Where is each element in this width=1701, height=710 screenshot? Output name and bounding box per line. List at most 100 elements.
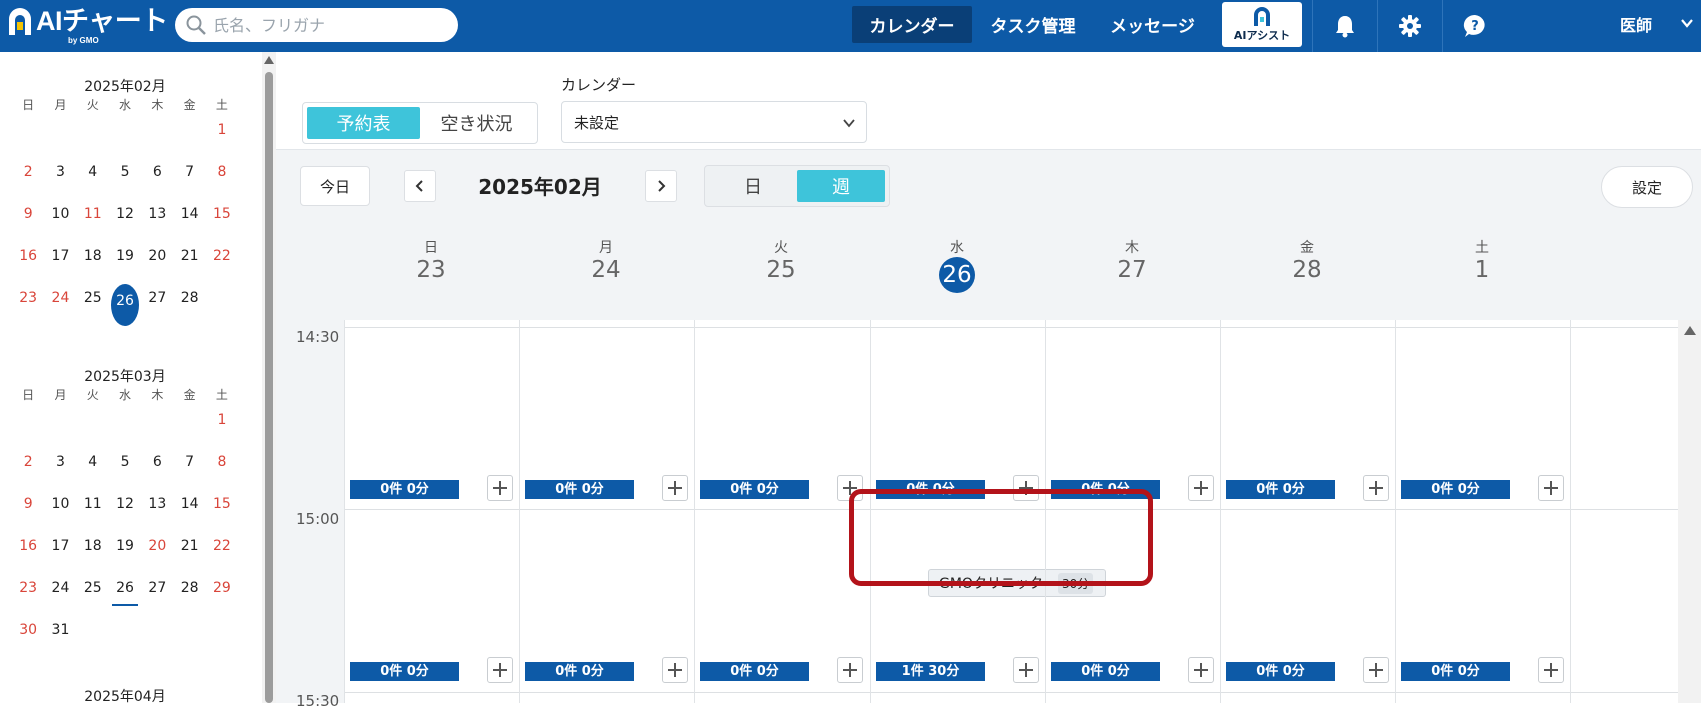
- mini-day[interactable]: 3: [44, 445, 76, 487]
- mini-day[interactable]: 21: [173, 239, 205, 281]
- grid-scrollbar[interactable]: [1678, 320, 1701, 703]
- add-appointment-button[interactable]: [487, 475, 513, 501]
- mini-day[interactable]: 22: [206, 529, 238, 571]
- mini-day[interactable]: 14: [173, 487, 205, 529]
- mini-day[interactable]: 1: [206, 403, 238, 445]
- mini-day[interactable]: 25: [77, 571, 109, 613]
- slot-count-badge[interactable]: 0件 0分: [1226, 662, 1335, 681]
- scroll-up-icon[interactable]: [264, 56, 274, 64]
- mini-day[interactable]: 24: [44, 571, 76, 613]
- mini-day[interactable]: 14: [173, 197, 205, 239]
- mini-day[interactable]: 25: [77, 281, 109, 323]
- mini-day[interactable]: 2: [12, 155, 44, 197]
- sidebar-scrollbar[interactable]: [262, 52, 276, 703]
- mini-day[interactable]: 17: [44, 529, 76, 571]
- mini-day[interactable]: 15: [206, 487, 238, 529]
- slot-count-badge[interactable]: 0件 0分: [525, 480, 634, 499]
- slot-count-badge[interactable]: 0件 0分: [876, 480, 985, 499]
- slot-count-badge[interactable]: 0件 0分: [525, 662, 634, 681]
- mini-day[interactable]: 26: [109, 281, 141, 326]
- mini-day[interactable]: 1: [206, 113, 238, 155]
- chevron-down-icon[interactable]: [1680, 16, 1694, 30]
- slot-count-badge[interactable]: 0件 0分: [1051, 662, 1160, 681]
- appointment-card[interactable]: GMOクリニック 30分: [928, 569, 1106, 597]
- day-column-header[interactable]: 木 27: [1037, 237, 1227, 283]
- mini-day[interactable]: 12: [109, 197, 141, 239]
- mini-day[interactable]: 29: [206, 571, 238, 613]
- mini-day[interactable]: 11: [77, 487, 109, 529]
- day-column-header[interactable]: 金 28: [1212, 237, 1402, 283]
- settings-button[interactable]: 設定: [1601, 166, 1693, 208]
- add-appointment-button[interactable]: [1013, 475, 1039, 501]
- today-button[interactable]: 今日: [300, 166, 370, 206]
- notification-button[interactable]: [1312, 0, 1376, 52]
- calendar-select[interactable]: 未設定: [561, 101, 867, 143]
- nav-message[interactable]: メッセージ: [1100, 6, 1205, 43]
- mini-day[interactable]: 27: [141, 281, 173, 323]
- mini-day[interactable]: 26: [109, 571, 141, 613]
- mini-day[interactable]: 23: [12, 571, 44, 613]
- mini-day[interactable]: 15: [206, 197, 238, 239]
- nav-calendar[interactable]: カレンダー: [852, 6, 972, 43]
- tab-week[interactable]: 週: [797, 170, 885, 202]
- mini-day[interactable]: 7: [173, 155, 205, 197]
- add-appointment-button[interactable]: [1538, 475, 1564, 501]
- tab-schedule[interactable]: 予約表: [307, 107, 420, 139]
- mini-day[interactable]: 28: [173, 571, 205, 613]
- day-column-header[interactable]: 火 25: [686, 237, 876, 283]
- tab-day[interactable]: 日: [709, 170, 797, 202]
- add-appointment-button[interactable]: [662, 657, 688, 683]
- mini-day[interactable]: 8: [206, 445, 238, 487]
- add-appointment-button[interactable]: [487, 657, 513, 683]
- slot-count-badge[interactable]: 0件 0分: [1051, 480, 1160, 499]
- scroll-up-icon[interactable]: [1684, 326, 1696, 335]
- mini-day[interactable]: 18: [77, 239, 109, 281]
- mini-day[interactable]: 22: [206, 239, 238, 281]
- scrollbar-thumb[interactable]: [265, 72, 273, 703]
- mini-day[interactable]: 24: [44, 281, 76, 323]
- mini-day[interactable]: 28: [173, 281, 205, 323]
- add-appointment-button[interactable]: [837, 475, 863, 501]
- slot-count-badge[interactable]: 0件 0分: [1226, 480, 1335, 499]
- mini-day[interactable]: 21: [173, 529, 205, 571]
- mini-day[interactable]: 12: [109, 487, 141, 529]
- slot-count-badge[interactable]: 0件 0分: [700, 662, 809, 681]
- mini-day[interactable]: 10: [44, 197, 76, 239]
- mini-day[interactable]: 20: [141, 239, 173, 281]
- day-column-header[interactable]: 日 23: [336, 237, 526, 283]
- slot-count-badge[interactable]: 0件 0分: [1401, 480, 1510, 499]
- add-appointment-button[interactable]: [1363, 475, 1389, 501]
- add-appointment-button[interactable]: [1363, 657, 1389, 683]
- mini-day[interactable]: 9: [12, 197, 44, 239]
- mini-day[interactable]: 5: [109, 445, 141, 487]
- mini-day[interactable]: 10: [44, 487, 76, 529]
- patient-search[interactable]: [175, 8, 458, 42]
- mini-day[interactable]: 11: [77, 197, 109, 239]
- mini-day[interactable]: 16: [12, 239, 44, 281]
- next-month-button[interactable]: [645, 170, 677, 202]
- mini-day[interactable]: 23: [12, 281, 44, 323]
- add-appointment-button[interactable]: [1188, 475, 1214, 501]
- mini-day[interactable]: 30: [12, 613, 44, 655]
- day-column-header[interactable]: 土1: [1387, 237, 1577, 283]
- mini-day[interactable]: 13: [141, 197, 173, 239]
- day-column-header[interactable]: 水 26: [862, 237, 1052, 293]
- mini-day[interactable]: 6: [141, 445, 173, 487]
- mini-day[interactable]: 4: [77, 445, 109, 487]
- mini-day[interactable]: 19: [109, 239, 141, 281]
- tab-availability[interactable]: 空き状況: [420, 107, 533, 139]
- mini-day[interactable]: 9: [12, 487, 44, 529]
- mini-day[interactable]: 4: [77, 155, 109, 197]
- settings-gear-button[interactable]: [1377, 0, 1441, 52]
- user-menu[interactable]: 医師: [1620, 12, 1652, 36]
- add-appointment-button[interactable]: [1538, 657, 1564, 683]
- slot-count-badge[interactable]: 1件 30分: [876, 662, 985, 681]
- mini-day[interactable]: 3: [44, 155, 76, 197]
- day-column-header[interactable]: 月 24: [511, 237, 701, 283]
- prev-month-button[interactable]: [404, 170, 436, 202]
- add-appointment-button[interactable]: [662, 475, 688, 501]
- add-appointment-button[interactable]: [1013, 657, 1039, 683]
- app-logo[interactable]: AIチャート by GMO: [6, 6, 168, 46]
- mini-day[interactable]: 13: [141, 487, 173, 529]
- mini-day[interactable]: 20: [141, 529, 173, 571]
